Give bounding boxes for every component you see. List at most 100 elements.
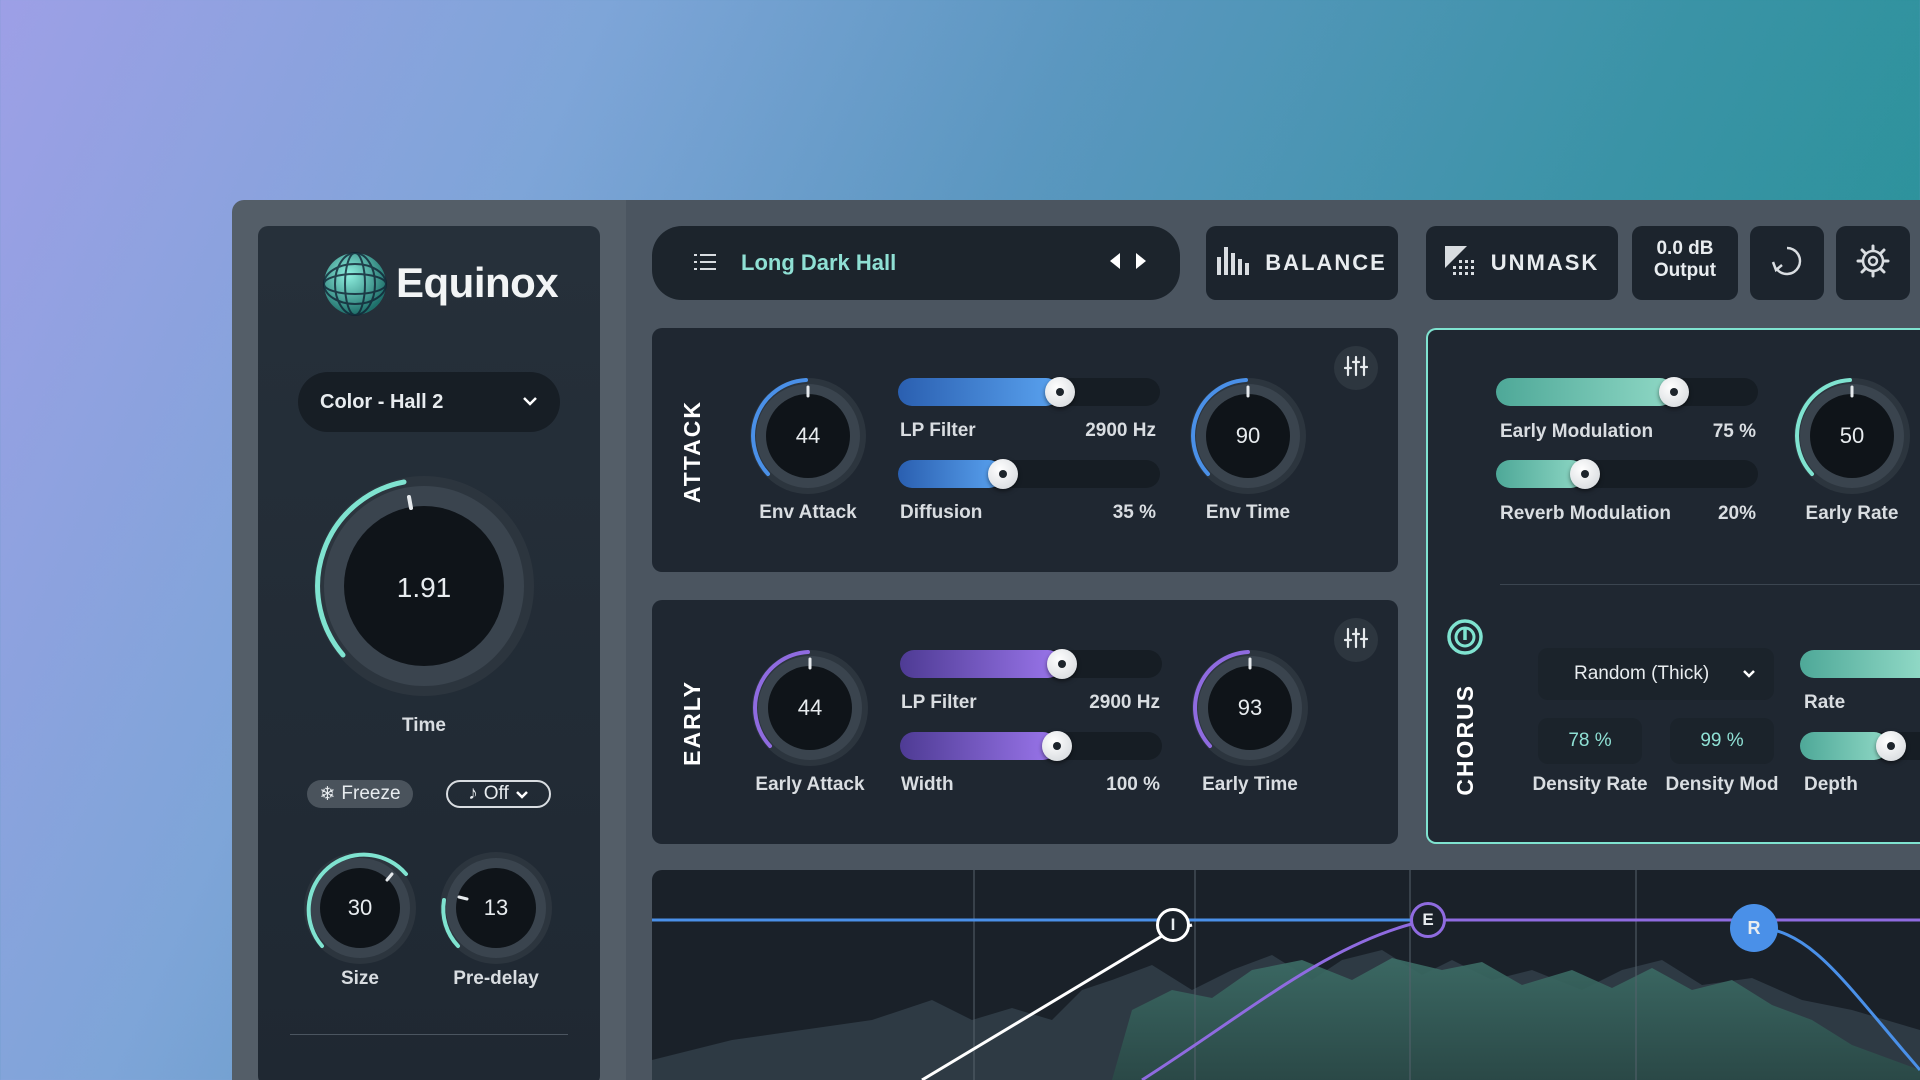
app-title: Equinox bbox=[396, 259, 559, 306]
slider-fill bbox=[1496, 378, 1674, 406]
density-rate-field[interactable]: 78 % bbox=[1538, 718, 1642, 764]
gear-icon bbox=[1856, 244, 1890, 283]
diffusion-label: Diffusion bbox=[900, 502, 983, 523]
early-attack-knob[interactable]: 44 bbox=[748, 646, 872, 770]
early-rate-knob[interactable]: 50 bbox=[1790, 374, 1914, 498]
chevron-down-icon bbox=[522, 393, 538, 411]
envelope-node-early[interactable]: E bbox=[1410, 902, 1446, 938]
depth-label: Depth bbox=[1804, 774, 1858, 795]
early-modulation-label: Early Modulation bbox=[1500, 421, 1654, 442]
settings-button[interactable] bbox=[1836, 226, 1910, 300]
early-time-value: 93 bbox=[1237, 695, 1263, 720]
predelay-value: 13 bbox=[483, 895, 509, 920]
chevron-down-icon bbox=[515, 783, 529, 805]
chorus-power-icon[interactable] bbox=[1446, 618, 1484, 661]
chorus-mode-dropdown[interactable]: Random (Thick) bbox=[1538, 648, 1774, 700]
env-attack-value: 44 bbox=[795, 423, 821, 448]
width-value: 100 % bbox=[1106, 774, 1160, 795]
slider-fill bbox=[900, 650, 1062, 678]
balance-label: BALANCE bbox=[1265, 250, 1387, 275]
env-time-value: 90 bbox=[1235, 423, 1261, 448]
slider-fill bbox=[1800, 650, 1920, 678]
color-preset-label: Color - Hall 2 bbox=[320, 390, 444, 413]
attack-lp-filter-value: 2900 Hz bbox=[1085, 420, 1156, 441]
chorus-mode-label: Random (Thick) bbox=[1574, 663, 1710, 684]
freeze-label: Freeze bbox=[341, 783, 401, 804]
bars-icon bbox=[1217, 246, 1250, 280]
reverb-modulation-slider[interactable] bbox=[1496, 459, 1758, 489]
size-value: 30 bbox=[347, 895, 373, 920]
sync-dropdown[interactable]: ♪ Off bbox=[446, 780, 551, 808]
sliders-icon bbox=[1343, 627, 1369, 654]
reverb-modulation-value: 20% bbox=[1717, 503, 1756, 524]
env-attack-knob[interactable]: 44 bbox=[746, 374, 870, 498]
attack-lp-filter-label: LP Filter bbox=[900, 420, 976, 441]
width-slider[interactable] bbox=[900, 731, 1162, 761]
time-knob[interactable]: 1.91 bbox=[308, 470, 540, 702]
density-mod-field[interactable]: 99 % bbox=[1670, 718, 1774, 764]
early-time-knob[interactable]: 93 bbox=[1188, 646, 1312, 770]
divider bbox=[290, 1034, 568, 1035]
output-control[interactable]: 0.0 dB Output bbox=[1632, 226, 1738, 300]
freeze-button[interactable]: ❄ Freeze bbox=[307, 780, 413, 808]
output-value: 0.0 dB bbox=[1656, 238, 1714, 259]
early-attack-value: 44 bbox=[797, 695, 823, 720]
early-rate-value: 50 bbox=[1839, 423, 1865, 448]
slider-thumb[interactable] bbox=[1042, 731, 1072, 761]
diffusion-value: 35 % bbox=[1112, 502, 1156, 523]
slider-thumb[interactable] bbox=[1659, 377, 1689, 407]
attack-settings-button[interactable] bbox=[1334, 346, 1378, 390]
size-label: Size bbox=[340, 968, 380, 989]
prev-preset-icon[interactable] bbox=[1108, 252, 1122, 275]
balance-button[interactable]: BALANCE bbox=[1206, 226, 1398, 300]
size-knob[interactable]: 30 bbox=[300, 848, 420, 968]
attack-lp-filter-slider[interactable] bbox=[898, 377, 1160, 407]
slider-thumb[interactable] bbox=[1876, 731, 1906, 761]
unmask-icon bbox=[1444, 245, 1477, 281]
predelay-label: Pre-delay bbox=[453, 968, 539, 989]
density-mod-label: Density Mod bbox=[1665, 774, 1779, 795]
sync-label: Off bbox=[483, 783, 509, 804]
color-preset-dropdown[interactable]: Color - Hall 2 bbox=[298, 372, 560, 432]
envelope-node-initial[interactable]: I bbox=[1156, 908, 1190, 942]
predelay-knob[interactable]: 13 bbox=[436, 848, 556, 968]
envelope-node-reverb[interactable]: R bbox=[1730, 904, 1778, 952]
preset-name[interactable]: Long Dark Hall bbox=[741, 250, 896, 276]
early-attack-label: Early Attack bbox=[755, 774, 865, 795]
depth-slider[interactable] bbox=[1800, 731, 1920, 761]
early-time-label: Early Time bbox=[1202, 774, 1298, 795]
env-time-knob[interactable]: 90 bbox=[1186, 374, 1310, 498]
next-preset-icon[interactable] bbox=[1134, 252, 1148, 275]
early-modulation-value: 75 % bbox=[1712, 421, 1756, 442]
snowflake-icon: ❄ bbox=[319, 783, 336, 805]
early-lp-filter-label: LP Filter bbox=[901, 692, 977, 713]
early-rate-label: Early Rate bbox=[1805, 503, 1899, 524]
diffusion-slider[interactable] bbox=[898, 459, 1160, 489]
slider-fill bbox=[1800, 732, 1888, 760]
early-title: EARLY bbox=[679, 680, 705, 766]
env-attack-label: Env Attack bbox=[759, 502, 857, 523]
env-time-label: Env Time bbox=[1205, 502, 1291, 523]
equinox-logo-icon bbox=[321, 250, 389, 318]
early-lp-filter-slider[interactable] bbox=[900, 649, 1162, 679]
slider-thumb[interactable] bbox=[1045, 377, 1075, 407]
music-note-icon: ♪ bbox=[468, 783, 478, 804]
slider-thumb[interactable] bbox=[988, 459, 1018, 489]
preset-bar bbox=[652, 226, 1180, 300]
early-settings-button[interactable] bbox=[1334, 618, 1378, 662]
slider-thumb[interactable] bbox=[1047, 649, 1077, 679]
history-button[interactable] bbox=[1750, 226, 1824, 300]
slider-fill bbox=[900, 732, 1057, 760]
rate-slider[interactable] bbox=[1800, 650, 1920, 678]
early-lp-filter-value: 2900 Hz bbox=[1089, 692, 1160, 713]
slider-fill bbox=[898, 378, 1060, 406]
list-icon[interactable] bbox=[694, 253, 716, 276]
envelope-graph[interactable]: I E R bbox=[652, 870, 1920, 1080]
early-modulation-slider[interactable] bbox=[1496, 377, 1758, 407]
sliders-icon bbox=[1343, 355, 1369, 382]
divider bbox=[1500, 584, 1920, 585]
unmask-button[interactable]: UNMASK bbox=[1426, 226, 1618, 300]
chevron-down-icon bbox=[1742, 665, 1756, 683]
slider-thumb[interactable] bbox=[1570, 459, 1600, 489]
refresh-icon bbox=[1770, 244, 1804, 283]
